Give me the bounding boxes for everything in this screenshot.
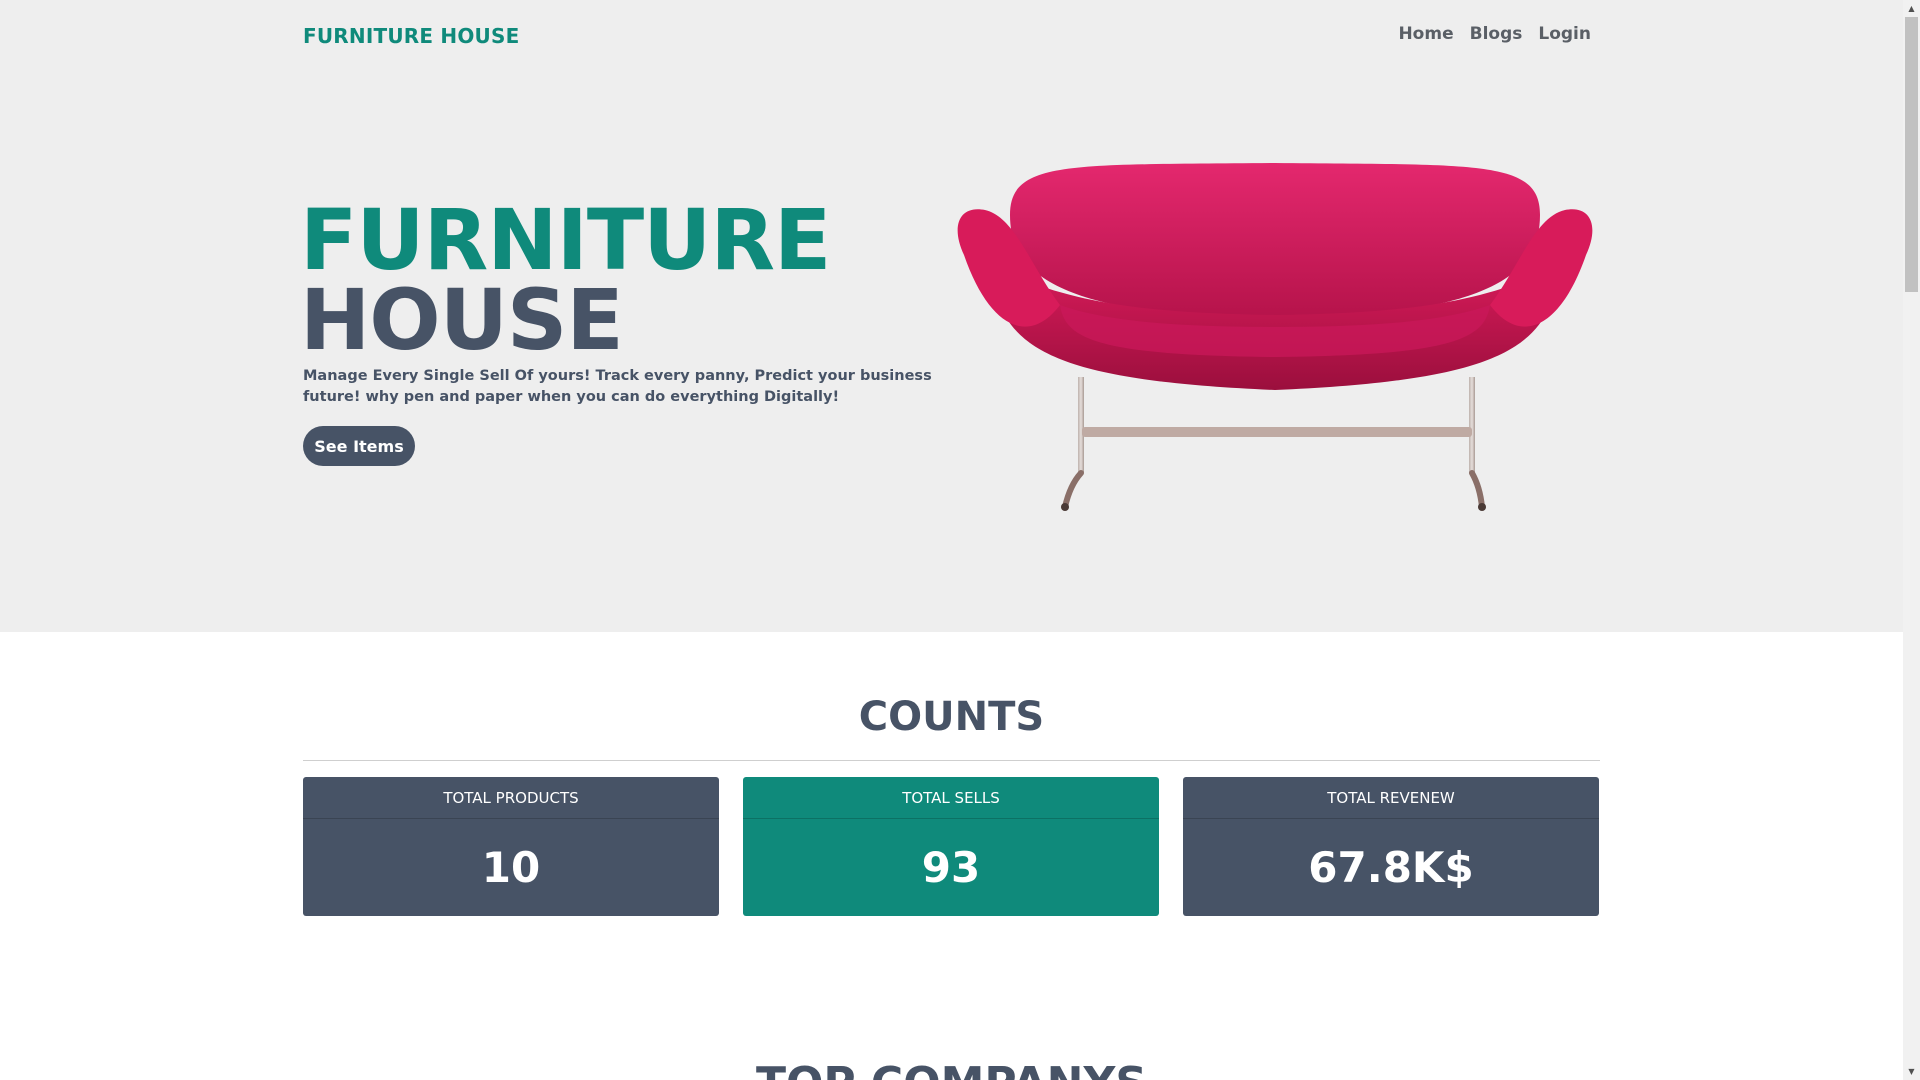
top-nav: Home Blogs Login [1398,24,1591,44]
browser-viewport: FURNITURE HOUSE Home Blogs Login FURNITU… [0,0,1920,1080]
counts-title: COUNTS [858,694,1045,740]
card-label: TOTAL REVENEW [1183,777,1599,819]
counts-divider [303,760,1600,761]
hero-title-line2: HOUSE [300,271,624,369]
scrollbar-thumb[interactable] [1905,17,1918,292]
card-value: 67.8K$ [1308,843,1474,892]
scroll-down-icon[interactable]: ▼ [1903,1063,1920,1080]
total-products-card: TOTAL PRODUCTS 10 [303,777,719,916]
card-value: 10 [481,843,541,892]
hero-section: FURNITURE HOUSE Home Blogs Login FURNITU… [0,0,1903,632]
top-companys-title: TOP COMPANYS [303,1058,1600,1080]
nav-blogs-link[interactable]: Blogs [1470,24,1523,44]
nav-home-link[interactable]: Home [1398,24,1453,44]
hero-title: FURNITURE HOUSE [300,191,831,369]
nav-login-link[interactable]: Login [1538,24,1591,44]
total-sells-card: TOTAL SELLS 93 [743,777,1159,916]
card-label: TOTAL PRODUCTS [303,777,719,819]
hero-description: Manage Every Single Sell Of yours! Track… [303,368,932,405]
total-revenew-card: TOTAL REVENEW 67.8K$ [1183,777,1599,916]
pink-sofa-image [957,163,1593,511]
see-items-button[interactable]: See Items [303,426,415,466]
scroll-up-icon[interactable]: ▲ [1903,0,1920,17]
card-value: 93 [921,843,981,892]
hero-title-line1: FURNITURE [300,191,831,289]
card-label: TOTAL SELLS [743,777,1159,819]
page: FURNITURE HOUSE Home Blogs Login FURNITU… [0,0,1903,1080]
vertical-scrollbar[interactable]: ▲ ▼ [1903,0,1920,1080]
brand-logo[interactable]: FURNITURE HOUSE [303,24,519,48]
